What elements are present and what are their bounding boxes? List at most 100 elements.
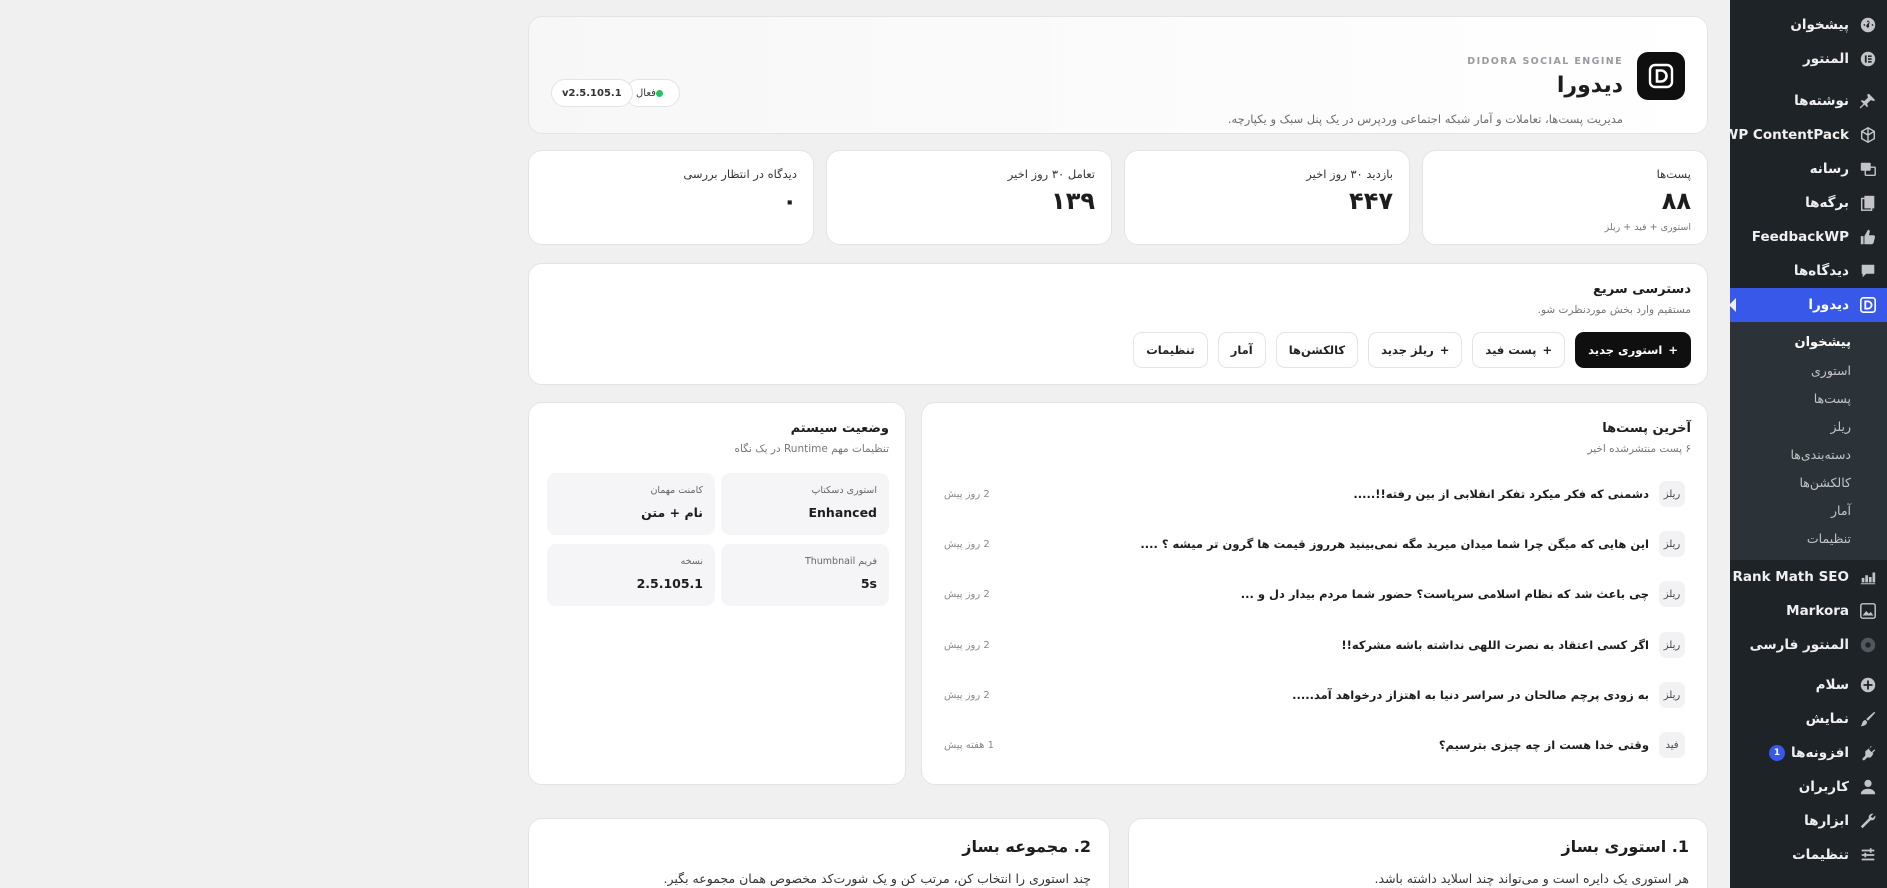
post-title: اگر کسی اعتقاد به نصرت اللهی نداشته باشه… — [1341, 638, 1649, 652]
tile-value: Enhanced — [808, 505, 877, 520]
user-icon — [1859, 778, 1877, 796]
submenu-item-reels[interactable]: ریلز — [1730, 412, 1887, 440]
button-label: تنظیمات — [1146, 343, 1195, 357]
stat-card-posts: پست‌ها ۸۸ استوری + فید + ریلز — [1422, 150, 1708, 245]
stat-card-engagement: تعامل ۳۰ روز اخیر ۱۳۹ — [826, 150, 1112, 245]
sidebar-item-label: Markora — [1786, 603, 1849, 619]
submenu-item-collections[interactable]: کالکشن‌ها — [1730, 468, 1887, 496]
sidebar-item-tools[interactable]: ابزارها — [1730, 804, 1887, 838]
sidebar-item-didora[interactable]: دیدورا — [1729, 288, 1887, 322]
new-feed-post-button[interactable]: + پست فید — [1472, 332, 1566, 368]
list-item[interactable]: ریلز دشمنی که فکر میکرد تفکر انقلابی از … — [944, 479, 1685, 509]
list-item[interactable]: ریلز اگر کسی اعتقاد به نصرت اللهی نداشته… — [944, 630, 1685, 660]
button-label: ریلز جدید — [1381, 343, 1434, 357]
plus-icon: + — [1439, 343, 1450, 357]
system-tile-version: نسخه 2.5.105.1 — [547, 544, 715, 606]
sidebar-item-feedbackwp[interactable]: FeedbackWP — [1730, 220, 1887, 254]
version-badge: v2.5.105.1 — [551, 79, 633, 107]
didora-logo-icon — [1637, 52, 1685, 100]
sidebar-item-comments[interactable]: دیدگاه‌ها — [1730, 254, 1887, 288]
system-status-panel: وضعیت سیستم تنظیمات مهم Runtime در یک نگ… — [528, 402, 906, 785]
stat-value: ۰ — [782, 187, 797, 215]
tile-value: 5s — [860, 576, 877, 591]
post-type-badge: ریلز — [1659, 581, 1685, 607]
admin-sidebar: پیشخوان المنتور نوشته‌ها WP ContentPack … — [1723, 0, 1887, 888]
sidebar-item-settings[interactable]: تنظیمات — [1730, 838, 1887, 872]
chart-icon — [1859, 568, 1877, 586]
system-status-subtitle: تنظیمات مهم Runtime در یک نگاه — [734, 443, 889, 455]
guide-card-create-collection: 2. مجموعه بساز چند استوری را انتخاب کن، … — [528, 818, 1110, 888]
guide-description: چند استوری را انتخاب کن، مرتب کن و یک شو… — [663, 871, 1091, 886]
tile-label: فریم Thumbnail — [804, 556, 877, 567]
submenu-item-stats[interactable]: آمار — [1730, 496, 1887, 524]
quick-access-title: دسترسی سریع — [1593, 282, 1691, 297]
elementor-icon — [1859, 50, 1877, 68]
plus-icon: + — [1542, 343, 1553, 357]
sidebar-item-pages[interactable]: برگه‌ها — [1730, 186, 1887, 220]
list-item[interactable]: ریلز به زودی پرچم صالحان در سراسر دنیا ب… — [944, 680, 1685, 710]
system-status-title: وضعیت سیستم — [790, 421, 889, 436]
sidebar-item-salam[interactable]: سلام — [1730, 668, 1887, 702]
sidebar-item-label: دیدورا — [1808, 297, 1849, 313]
submenu-item-dashboard[interactable]: پیشخوان — [1730, 328, 1887, 356]
post-title: وقتی خدا هست از چه چیزی بترسیم؟ — [1438, 738, 1649, 752]
pages-icon — [1859, 194, 1877, 212]
sidebar-item-rank-math[interactable]: Rank Math SEO — [1730, 560, 1887, 594]
media-icon — [1859, 160, 1877, 178]
settings-button[interactable]: تنظیمات — [1133, 332, 1208, 368]
sidebar-item-markora[interactable]: Markora — [1730, 594, 1887, 628]
post-time: 2 روز پیش — [944, 488, 990, 500]
submenu-item-categories[interactable]: دسته‌بندی‌ها — [1730, 440, 1887, 468]
new-story-button[interactable]: + استوری جدید — [1575, 332, 1691, 368]
submenu-item-posts[interactable]: پست‌ها — [1730, 384, 1887, 412]
submenu-item-story[interactable]: استوری — [1730, 356, 1887, 384]
sidebar-item-media[interactable]: رسانه — [1730, 152, 1887, 186]
sidebar-item-label: WP ContentPack — [1723, 127, 1849, 143]
guide-description: هر استوری یک دایره است و می‌تواند چند اس… — [1374, 871, 1689, 886]
post-title: به زودی پرچم صالحان در سراسر دنیا به اهت… — [1292, 688, 1649, 702]
guide-title: 2. مجموعه بساز — [962, 837, 1091, 856]
post-type-badge: ریلز — [1659, 481, 1685, 507]
collections-button[interactable]: کالکشن‌ها — [1275, 332, 1359, 368]
post-time: 2 روز پیش — [944, 588, 990, 600]
post-type-badge: ریلز — [1659, 682, 1685, 708]
stat-sub: استوری + فید + ریلز — [1604, 222, 1691, 233]
stats-button[interactable]: آمار — [1217, 332, 1266, 368]
status-dot-icon — [655, 89, 663, 97]
sidebar-item-posts[interactable]: نوشته‌ها — [1730, 84, 1887, 118]
stat-value: ۱۳۹ — [1051, 187, 1095, 215]
post-time: 2 روز پیش — [944, 689, 990, 701]
guide-title: 1. استوری بساز — [1561, 837, 1689, 856]
post-time: 2 روز پیش — [944, 639, 990, 651]
system-tile-desktop-story: استوری دسکتاپ Enhanced — [721, 473, 889, 535]
list-item[interactable]: ریلز این هایی که میگن چرا شما میدان میری… — [944, 529, 1685, 559]
tile-label: کامنت مهمان — [650, 485, 703, 496]
sidebar-item-elementor-farsi[interactable]: المنتور فارسی — [1730, 628, 1887, 662]
sidebar-item-elementor[interactable]: المنتور — [1730, 42, 1887, 76]
sidebar-item-label: المنتور فارسی — [1749, 637, 1849, 653]
brand-kicker: DIDORA SOCIAL ENGINE — [1467, 56, 1623, 67]
stat-label: بازدید ۳۰ روز اخیر — [1306, 167, 1393, 181]
button-label: استوری جدید — [1588, 343, 1663, 357]
plugin-header: DIDORA SOCIAL ENGINE دیدورا مدیریت پست‌ه… — [528, 16, 1708, 134]
sidebar-item-appearance[interactable]: نمایش — [1730, 702, 1887, 736]
status-badge: فعال — [625, 79, 680, 107]
submenu-item-settings[interactable]: تنظیمات — [1730, 524, 1887, 552]
sidebar-item-users[interactable]: کاربران — [1730, 770, 1887, 804]
new-reels-button[interactable]: + ریلز جدید — [1368, 332, 1463, 368]
sidebar-item-dashboard[interactable]: پیشخوان — [1730, 8, 1887, 42]
sidebar-item-label: برگه‌ها — [1805, 195, 1849, 211]
sidebar-item-label: Rank Math SEO — [1732, 569, 1849, 585]
post-type-badge: فید — [1659, 732, 1685, 758]
stat-value: ۴۴۷ — [1349, 187, 1393, 215]
plus-icon: + — [1668, 343, 1678, 357]
sidebar-item-wp-contentpack[interactable]: WP ContentPack — [1723, 118, 1887, 152]
plus-circle-icon — [1859, 676, 1877, 694]
stat-value: ۸۸ — [1661, 187, 1691, 215]
sidebar-item-label: سلام — [1815, 677, 1849, 693]
list-item[interactable]: فید وقتی خدا هست از چه چیزی بترسیم؟ 1 هف… — [944, 730, 1685, 760]
tile-label: نسخه — [680, 556, 703, 567]
list-item[interactable]: ریلز چی باعث شد که نظام اسلامی سرپاست؟ ح… — [944, 579, 1685, 609]
post-type-badge: ریلز — [1659, 531, 1685, 557]
sidebar-item-plugins[interactable]: افزونه‌ها 1 — [1730, 736, 1887, 770]
